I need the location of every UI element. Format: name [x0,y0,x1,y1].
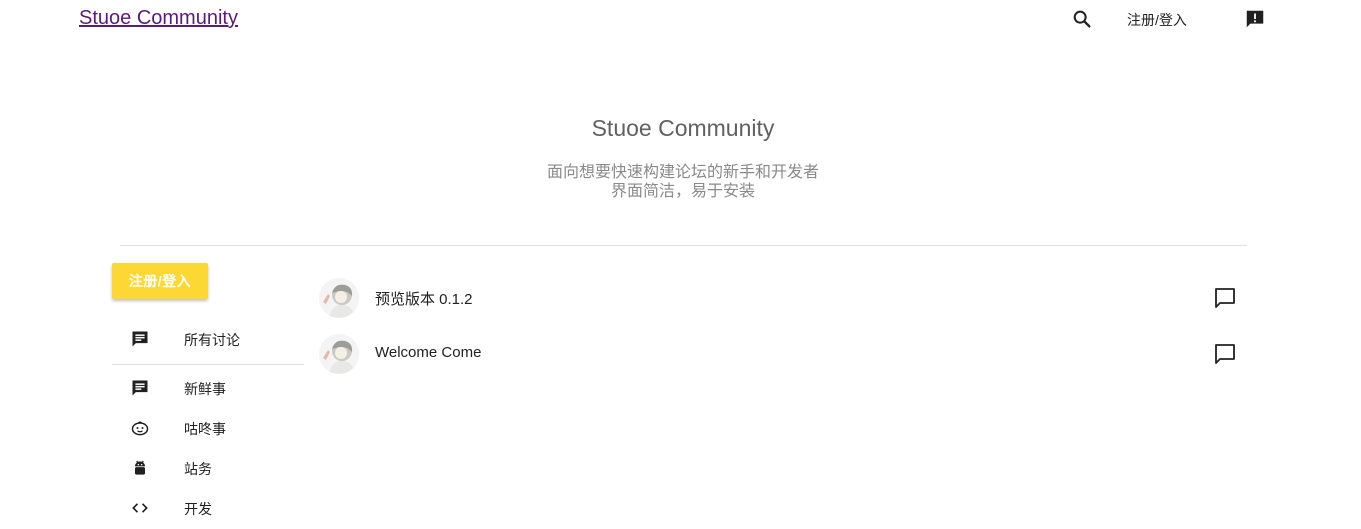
hero-title: Stuoe Community [591,115,775,141]
sidebar-item-label: 新鲜事 [184,381,226,397]
sidebar-item-label: 所有讨论 [184,332,240,348]
chat-bubble-icon [132,331,148,347]
code-icon [132,503,148,513]
avatar[interactable] [319,278,359,318]
register-login-button[interactable]: 注册/登入 [112,263,208,299]
android-icon [135,460,145,475]
site-brand-link[interactable]: Stuoe Community [79,7,238,30]
sidebar-item-development[interactable]: 开发 [112,488,304,528]
sidebar-item-all-discussions[interactable]: 所有讨论 [112,319,304,359]
search-icon[interactable] [1071,8,1093,30]
avatar[interactable] [319,334,359,374]
header-login-link[interactable]: 注册/登入 [1127,10,1187,30]
sidebar-divider [112,364,304,365]
hero-divider [120,245,1247,246]
face-icon [131,421,149,436]
thread-row[interactable]: 预览版本 0.1.2 [315,274,1245,322]
comment-icon[interactable] [1213,342,1237,366]
thread-title[interactable]: 预览版本 0.1.2 [375,288,473,309]
thread-title[interactable]: Welcome Come [375,344,481,361]
sidebar-item-news[interactable]: 新鲜事 [112,368,304,408]
hero-tagline-line-2: 界面简洁，易于安装 [610,183,755,200]
sidebar-item-gossip[interactable]: 咕咚事 [112,408,304,448]
chat-bubble-icon [132,380,148,396]
comment-icon[interactable] [1213,286,1237,310]
thread-row[interactable]: Welcome Come [315,330,1245,378]
sidebar-item-label: 咕咚事 [184,421,226,437]
sidebar-item-label: 开发 [184,501,212,517]
feedback-icon[interactable] [1244,8,1266,30]
sidebar-item-site-affairs[interactable]: 站务 [112,448,304,488]
sidebar-item-label: 站务 [184,461,212,477]
